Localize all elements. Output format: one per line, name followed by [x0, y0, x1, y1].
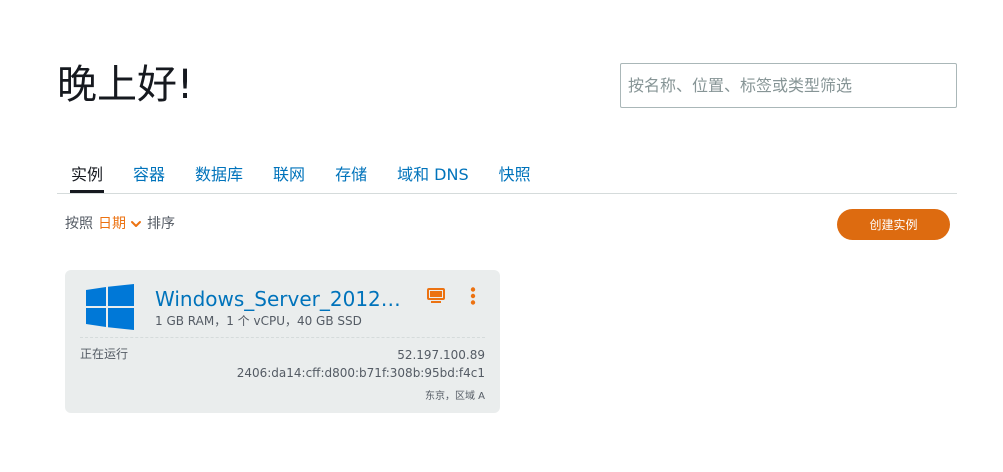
page-greeting: 晚上好!: [57, 62, 194, 108]
tab-domains-dns[interactable]: 域和 DNS: [397, 160, 469, 190]
sort-bar: 按照 日期 排序: [65, 214, 175, 234]
tab-databases[interactable]: 数据库: [195, 160, 243, 190]
tab-storage[interactable]: 存储: [335, 160, 367, 190]
instance-spec: 1 GB RAM，1 个 vCPU，40 GB SSD: [155, 314, 362, 328]
create-instance-button[interactable]: 创建实例: [837, 209, 950, 240]
resource-tabs: 实例 容器 数据库 联网 存储 域和 DNS 快照: [57, 160, 957, 194]
instance-name-link[interactable]: Windows_Server_2012_R2-1: [155, 286, 410, 312]
instance-card: Windows_Server_2012_R2-1 1 GB RAM，1 个 vC…: [65, 270, 500, 413]
chevron-down-icon: [131, 221, 141, 227]
instance-ipv4: 52.197.100.89: [397, 348, 485, 362]
tab-instances[interactable]: 实例: [69, 160, 105, 193]
sort-key-label: 日期: [98, 216, 126, 232]
filter-search-input[interactable]: [620, 63, 957, 108]
instance-status: 正在运行: [80, 347, 129, 361]
card-divider: [80, 337, 485, 338]
sort-key-dropdown[interactable]: 日期: [98, 214, 142, 234]
windows-logo-icon: [86, 284, 134, 330]
tab-containers[interactable]: 容器: [133, 160, 165, 190]
more-options-icon[interactable]: [469, 287, 477, 305]
tab-networking[interactable]: 联网: [273, 160, 305, 190]
monitor-connect-icon[interactable]: [427, 288, 445, 304]
tab-snapshots[interactable]: 快照: [499, 160, 531, 190]
instance-ipv6: 2406:da14:cff:d800:b71f:308b:95bd:f4c1: [236, 366, 485, 380]
instance-region: 东京，区域 A: [424, 391, 485, 402]
sort-suffix-label: 排序: [147, 216, 175, 232]
sort-prefix-label: 按照: [65, 216, 93, 232]
